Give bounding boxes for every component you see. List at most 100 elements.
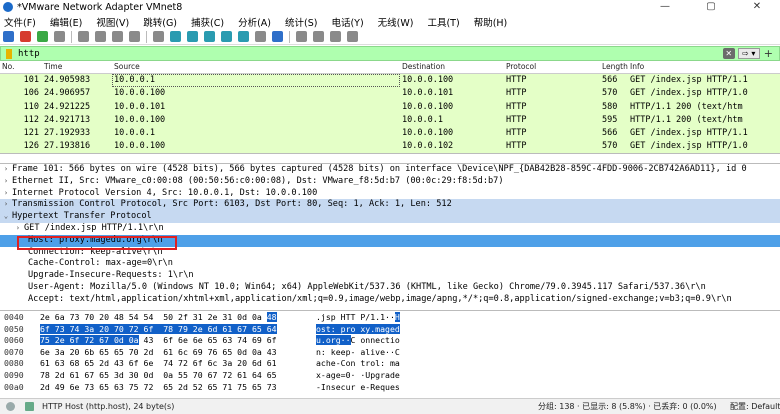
menu-telephony[interactable]: 电话(Y): [331, 15, 363, 29]
stop-capture-icon[interactable]: [20, 31, 31, 42]
cell-destination: 10.0.0.102: [402, 141, 454, 152]
bytes-offset: 0070: [4, 346, 24, 357]
menu-capture[interactable]: 捕获(C): [191, 15, 224, 29]
tree-row-http[interactable]: ⌄ Hypertext Transfer Protocol: [0, 211, 780, 223]
bytes-row[interactable]: 0070 6e 3a 20 6b 65 65 70 2d 61 6c 69 76…: [0, 347, 780, 359]
column-header-length[interactable]: Length: [600, 62, 628, 73]
go-forward-icon[interactable]: [187, 31, 198, 42]
auto-scroll-icon[interactable]: [255, 31, 266, 42]
cell-length: 595: [602, 114, 618, 125]
toolbar-separator: [146, 30, 147, 43]
reload-icon[interactable]: [129, 31, 140, 42]
column-header-source[interactable]: Source: [112, 62, 400, 73]
column-header-info[interactable]: Info: [628, 62, 780, 73]
tree-row-accept[interactable]: Accept: text/html,application/xhtml+xml,…: [0, 294, 780, 306]
zoom-in-icon[interactable]: [296, 31, 307, 42]
expand-arrow-icon[interactable]: ›: [0, 164, 12, 176]
open-file-icon[interactable]: [78, 31, 89, 42]
restart-capture-icon[interactable]: [37, 31, 48, 42]
first-packet-icon[interactable]: [221, 31, 232, 42]
expand-arrow-icon[interactable]: ›: [0, 188, 12, 200]
go-back-icon[interactable]: [170, 31, 181, 42]
status-packet-stats: 分组: 138 · 已显示: 8 (5.8%) · 已丢弃: 0 (0.0%): [538, 402, 717, 411]
column-header-no[interactable]: No.: [0, 62, 42, 73]
bytes-row[interactable]: 0050 6f 73 74 3a 20 70 72 6f 78 79 2e 6d…: [0, 323, 780, 336]
cell-source: 10.0.0.1: [114, 128, 155, 139]
zoom-out-icon[interactable]: [313, 31, 324, 42]
menu-wireless[interactable]: 无线(W): [378, 15, 414, 29]
cell-info: GET /index.jsp HTTP/1.1: [630, 128, 748, 139]
cell-info: GET /index.jsp HTTP/1.1: [630, 75, 748, 85]
tree-row-frame[interactable]: › Frame 101: 566 bytes on wire (4528 bits…: [0, 164, 780, 176]
cell-protocol: HTTP: [506, 141, 527, 152]
menu-view[interactable]: 视图(V): [96, 15, 129, 29]
resize-columns-icon[interactable]: [347, 31, 358, 42]
cell-source: 10.0.0.100: [114, 114, 166, 125]
status-field-info: HTTP Host (http.host), 24 byte(s): [42, 402, 175, 411]
tree-row-label: Frame 101: 566 bytes on wire (4528 bits)…: [12, 164, 747, 174]
collapse-arrow-icon[interactable]: ⌄: [0, 211, 12, 223]
tree-row-label: Internet Protocol Version 4, Src: 10.0.0…: [12, 187, 318, 198]
bytes-row[interactable]: 0080 61 63 68 65 2d 43 6f 6e 74 72 6f 6c…: [0, 358, 780, 370]
cell-source: 10.0.0.100: [114, 141, 166, 152]
table-row[interactable]: 121 27.192933 10.0.0.1 10.0.0.100 HTTP 5…: [0, 127, 780, 141]
bytes-row[interactable]: 0040 2e 6a 73 70 20 48 54 54 50 2f 31 2e…: [0, 312, 780, 324]
capture-options-icon[interactable]: [54, 31, 65, 42]
column-header-destination[interactable]: Destination: [400, 62, 504, 73]
bytes-ascii-selected: u.org··: [316, 335, 351, 346]
menu-go[interactable]: 跳转(G): [143, 15, 177, 29]
colorize-icon[interactable]: [272, 31, 283, 42]
table-row[interactable]: 101 24.905983 10.0.0.1 10.0.0.100 HTTP 5…: [0, 74, 780, 88]
close-button[interactable]: ✕: [734, 0, 780, 14]
tree-row-cache-control[interactable]: Cache-Control: max-age=0\r\n: [0, 258, 780, 270]
bookmark-icon[interactable]: [6, 48, 12, 59]
menu-analyze[interactable]: 分析(A): [238, 15, 271, 29]
add-filter-button[interactable]: +: [764, 47, 773, 60]
window-title: *VMware Network Adapter VMnet8: [17, 1, 183, 13]
expand-arrow-icon[interactable]: ›: [0, 199, 12, 211]
last-packet-icon[interactable]: [238, 31, 249, 42]
expert-info-icon[interactable]: [6, 402, 15, 411]
menu-tools[interactable]: 工具(T): [427, 15, 459, 29]
menu-edit[interactable]: 编辑(E): [50, 15, 82, 29]
tree-row-tcp[interactable]: › Transmission Control Protocol, Src Port…: [0, 199, 780, 212]
bytes-row[interactable]: 0090 78 2d 61 67 65 3d 30 0d 0a 55 70 67…: [0, 370, 780, 382]
capture-comment-icon[interactable]: [25, 402, 34, 411]
table-row[interactable]: 110 24.921225 10.0.0.101 10.0.0.100 HTTP…: [0, 100, 780, 114]
table-row[interactable]: 112 24.921713 10.0.0.100 10.0.0.1 HTTP 5…: [0, 113, 780, 128]
maximize-button[interactable]: ▢: [688, 0, 734, 14]
table-row[interactable]: 126 27.193816 10.0.0.100 10.0.0.102 HTTP…: [0, 140, 780, 153]
column-header-time[interactable]: Time: [42, 62, 112, 73]
bytes-row[interactable]: 00a0 2d 49 6e 73 65 63 75 72 65 2d 52 65…: [0, 382, 780, 394]
go-to-packet-icon[interactable]: [204, 31, 215, 42]
bytes-row[interactable]: 0060 75 2e 6f 72 67 0d 0a 43 6f 6e 6e 65…: [0, 335, 780, 347]
cell-no: 126: [23, 141, 39, 152]
tree-row-upgrade-insecure[interactable]: Upgrade-Insecure-Requests: 1\r\n: [0, 270, 780, 282]
display-filter-input[interactable]: http: [18, 49, 723, 59]
expand-arrow-icon[interactable]: ›: [0, 223, 24, 235]
status-profile[interactable]: 配置: Default: [730, 401, 780, 412]
tree-row-ethernet[interactable]: › Ethernet II, Src: VMware_c0:00:08 (00:5…: [0, 176, 780, 188]
normal-size-icon[interactable]: [330, 31, 341, 42]
menu-statistics[interactable]: 统计(S): [285, 15, 317, 29]
tree-row-ipv4[interactable]: › Internet Protocol Version 4, Src: 10.0.…: [0, 188, 780, 200]
menu-file[interactable]: 文件(F): [4, 15, 36, 29]
tree-row-user-agent[interactable]: User-Agent: Mozilla/5.0 (Windows NT 10.0…: [0, 282, 780, 294]
tree-row-label: Hypertext Transfer Protocol: [12, 211, 152, 222]
find-packet-icon[interactable]: [153, 31, 164, 42]
cell-info: GET /index.jsp HTTP/1.0: [630, 88, 748, 99]
table-row[interactable]: 106 24.906957 10.0.0.100 10.0.0.101 HTTP…: [0, 87, 780, 101]
save-file-icon[interactable]: [95, 31, 106, 42]
minimize-button[interactable]: —: [642, 0, 688, 14]
clear-filter-button[interactable]: ✕: [722, 48, 735, 59]
apply-filter-button[interactable]: ⇨ ▾: [737, 48, 760, 59]
toolbar-separator: [289, 30, 290, 43]
tree-row-request-line[interactable]: › GET /index.jsp HTTP/1.1\r\n: [0, 223, 780, 235]
column-header-protocol[interactable]: Protocol: [504, 62, 600, 73]
close-file-icon[interactable]: [112, 31, 123, 42]
bytes-ascii: n: keep- alive··C: [316, 346, 400, 357]
menu-help[interactable]: 帮助(H): [474, 15, 508, 29]
expand-arrow-icon[interactable]: ›: [0, 176, 12, 188]
bytes-hex: 2e 6a 73 70 20 48 54 54 50 2f 31 2e 31 0…: [34, 312, 312, 324]
start-capture-icon[interactable]: [3, 31, 14, 42]
